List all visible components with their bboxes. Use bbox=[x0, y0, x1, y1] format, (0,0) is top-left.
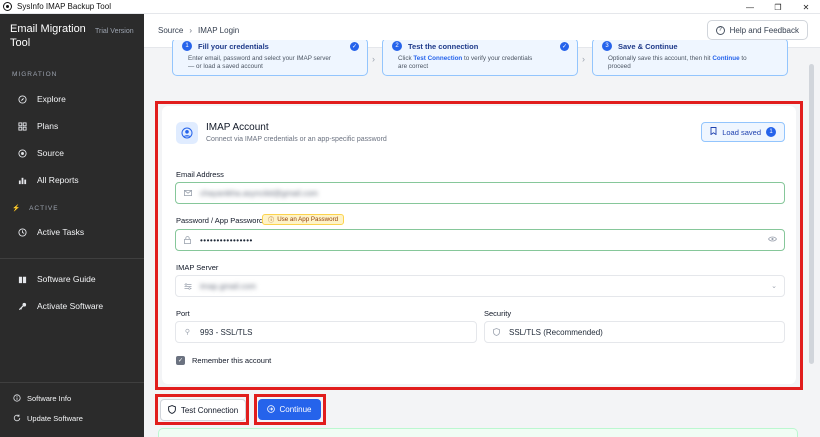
window-titlebar: SysInfo IMAP Backup Tool — ❐ ✕ bbox=[0, 0, 820, 14]
breadcrumb-source[interactable]: Source bbox=[158, 26, 183, 35]
chart-icon bbox=[18, 176, 27, 185]
step-description: Enter email, password and select your IM… bbox=[188, 55, 332, 70]
check-icon: ✓ bbox=[350, 42, 359, 51]
help-feedback-label: Help and Feedback bbox=[729, 25, 799, 35]
breadcrumb-current: IMAP Login bbox=[198, 26, 240, 35]
highlight-frame-continue bbox=[254, 394, 326, 425]
breadcrumb-separator: › bbox=[189, 26, 193, 35]
clock-icon bbox=[18, 227, 27, 237]
step-number: 3 bbox=[602, 41, 612, 51]
sidebar-item-label: Activate Software bbox=[37, 301, 104, 311]
highlight-frame-card bbox=[155, 101, 803, 390]
step-save-continue: 3 Save & Continue Optionally save this a… bbox=[592, 40, 788, 76]
help-feedback-button[interactable]: ? Help and Feedback bbox=[706, 20, 808, 40]
progress-steps: 1 Fill your credentials ✓ Enter email, p… bbox=[158, 40, 798, 82]
step-description: Optionally save this account, then hit C… bbox=[608, 55, 747, 70]
sidebar-item-all-reports[interactable]: All Reports bbox=[18, 174, 79, 186]
check-icon: ✓ bbox=[560, 42, 569, 51]
sidebar-item-plans[interactable]: Plans bbox=[18, 120, 58, 132]
grid-icon bbox=[18, 121, 27, 131]
sidebar-item-source[interactable]: Source bbox=[18, 147, 64, 159]
compass-icon bbox=[18, 94, 27, 104]
breadcrumb: Source › IMAP Login bbox=[158, 26, 239, 35]
section-migration-label: MIGRATION bbox=[12, 71, 58, 78]
brand-title: Email Migration Tool bbox=[10, 23, 86, 49]
sidebar-item-explore[interactable]: Explore bbox=[18, 93, 66, 105]
key-icon bbox=[18, 302, 27, 311]
step-fill-credentials: 1 Fill your credentials ✓ Enter email, p… bbox=[172, 40, 368, 76]
window-controls: — ❐ ✕ bbox=[736, 0, 820, 14]
highlight-frame-test bbox=[155, 394, 249, 425]
sidebar-item-label: Active Tasks bbox=[37, 227, 85, 237]
status-panel bbox=[158, 428, 798, 437]
sidebar-item-label: Explore bbox=[37, 94, 66, 104]
sidebar-item-activate-software[interactable]: Activate Software bbox=[18, 300, 103, 312]
step-description: Click Test Connection to verify your cre… bbox=[398, 55, 533, 70]
sidebar-item-label: Source bbox=[37, 148, 64, 158]
sidebar-item-software-guide[interactable]: Software Guide bbox=[18, 273, 96, 285]
book-icon bbox=[18, 275, 27, 284]
close-button[interactable]: ✕ bbox=[792, 0, 820, 14]
window-title: SysInfo IMAP Backup Tool bbox=[17, 2, 111, 11]
sidebar-item-software-info[interactable]: Software Info bbox=[12, 392, 71, 404]
app-logo-icon bbox=[3, 2, 12, 11]
sidebar-item-label: Software Guide bbox=[37, 274, 96, 284]
sidebar-divider bbox=[0, 258, 144, 259]
chevron-right-icon: › bbox=[372, 54, 375, 64]
info-icon bbox=[12, 394, 21, 403]
sidebar: Email Migration Tool Trial Version MIGRA… bbox=[0, 14, 144, 437]
scrollbar-thumb[interactable] bbox=[809, 64, 814, 364]
chevron-right-icon: › bbox=[582, 54, 585, 64]
step-title: Fill your credentials bbox=[198, 42, 269, 51]
section-active-label: ⚡ ACTIVE bbox=[12, 205, 59, 212]
sidebar-divider bbox=[0, 382, 144, 383]
sidebar-item-label: All Reports bbox=[37, 175, 79, 185]
minimize-button[interactable]: — bbox=[736, 0, 764, 14]
sidebar-item-label: Update Software bbox=[27, 413, 83, 423]
step-title: Save & Continue bbox=[618, 42, 678, 51]
sidebar-item-label: Plans bbox=[37, 121, 59, 131]
brand-subtitle: Trial Version bbox=[95, 28, 134, 35]
target-icon bbox=[18, 148, 27, 158]
step-number: 1 bbox=[182, 41, 192, 51]
refresh-icon bbox=[12, 414, 21, 423]
step-number: 2 bbox=[392, 41, 402, 51]
maximize-button[interactable]: ❐ bbox=[764, 0, 792, 14]
step-title: Test the connection bbox=[408, 42, 479, 51]
step-test-connection: 2 Test the connection ✓ Click Test Conne… bbox=[382, 40, 578, 76]
main-scrollbar[interactable] bbox=[807, 48, 816, 437]
sidebar-item-label: Software Info bbox=[27, 393, 72, 403]
question-icon: ? bbox=[715, 25, 725, 35]
bolt-icon: ⚡ bbox=[12, 205, 22, 212]
sidebar-item-active-tasks[interactable]: Active Tasks bbox=[18, 226, 84, 238]
sidebar-item-update-software[interactable]: Update Software bbox=[12, 412, 83, 424]
